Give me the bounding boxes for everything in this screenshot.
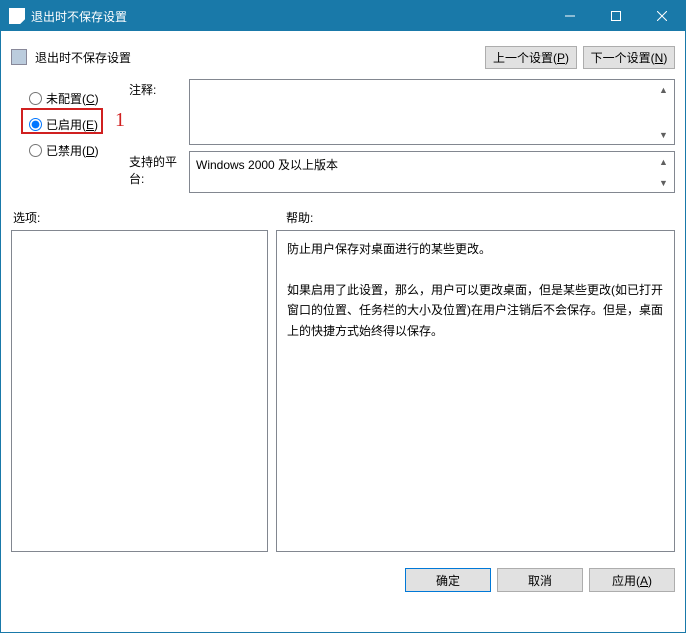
- scroll-down-icon[interactable]: ▼: [655, 174, 672, 191]
- minimize-button[interactable]: [547, 1, 593, 31]
- scroll-up-icon[interactable]: ▲: [655, 153, 672, 170]
- scroll-down-icon[interactable]: ▼: [655, 126, 672, 143]
- titlebar: 退出时不保存设置: [1, 1, 685, 31]
- radio-not-configured-input[interactable]: [29, 92, 42, 105]
- platform-value: Windows 2000 及以上版本: [196, 158, 338, 172]
- platform-box: Windows 2000 及以上版本 ▲ ▼: [189, 151, 675, 193]
- options-panel: [11, 230, 268, 552]
- close-button[interactable]: [639, 1, 685, 31]
- window-title: 退出时不保存设置: [31, 8, 547, 25]
- policy-title: 退出时不保存设置: [35, 49, 479, 66]
- radio-disabled-input[interactable]: [29, 144, 42, 157]
- cancel-button[interactable]: 取消: [497, 568, 583, 592]
- header-row: 退出时不保存设置 上一个设置(P) 下一个设置(N): [11, 39, 675, 75]
- help-section-label: 帮助:: [286, 209, 313, 226]
- scroll-up-icon[interactable]: ▲: [655, 81, 672, 98]
- next-setting-button[interactable]: 下一个设置(N): [583, 46, 675, 69]
- platform-label: 支持的平台:: [129, 151, 189, 193]
- comment-label: 注释:: [129, 79, 189, 145]
- previous-setting-button[interactable]: 上一个设置(P): [485, 46, 577, 69]
- apply-button[interactable]: 应用(A): [589, 568, 675, 592]
- dialog-button-bar: 确定 取消 应用(A): [1, 560, 685, 600]
- radio-not-configured-label: 未配置(C): [46, 90, 99, 107]
- annotation-marker: 1: [115, 109, 125, 132]
- comment-textarea[interactable]: ▲ ▼: [189, 79, 675, 145]
- ok-button[interactable]: 确定: [405, 568, 491, 592]
- help-paragraph: 防止用户保存对桌面进行的某些更改。: [287, 239, 664, 259]
- radio-not-configured[interactable]: 未配置(C): [29, 85, 129, 111]
- radio-disabled-label: 已禁用(D): [46, 142, 99, 159]
- maximize-button[interactable]: [593, 1, 639, 31]
- radio-enabled[interactable]: 已启用(E): [29, 111, 129, 137]
- help-panel: 防止用户保存对桌面进行的某些更改。 如果启用了此设置，那么，用户可以更改桌面，但…: [276, 230, 675, 552]
- radio-disabled[interactable]: 已禁用(D): [29, 137, 129, 163]
- help-paragraph: 如果启用了此设置，那么，用户可以更改桌面，但是某些更改(如已打开窗口的位置、任务…: [287, 280, 664, 341]
- radio-enabled-input[interactable]: [29, 118, 42, 131]
- radio-enabled-label: 已启用(E): [46, 116, 98, 133]
- options-section-label: 选项:: [11, 209, 286, 226]
- app-icon: [9, 8, 25, 24]
- policy-icon: [11, 49, 27, 65]
